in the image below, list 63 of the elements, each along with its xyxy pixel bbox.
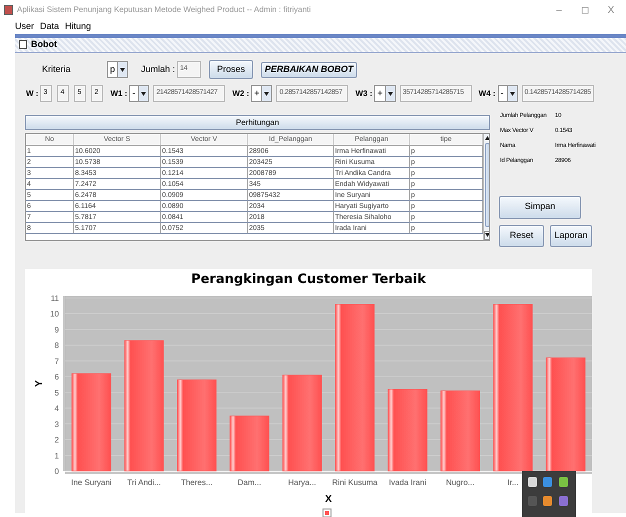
sign-dropdown[interactable]: + bbox=[251, 85, 272, 102]
y-tick-label: 8 bbox=[54, 340, 59, 350]
x-tick-label: Nugro... bbox=[446, 478, 474, 486]
fix-weights-button[interactable]: PERBAIKAN BOBOT bbox=[261, 62, 358, 78]
y-tick-label: 1 bbox=[54, 450, 59, 460]
reset-button[interactable]: Reset bbox=[499, 224, 544, 246]
menu-item[interactable]: Data bbox=[40, 20, 60, 34]
y-tick-label: 11 bbox=[50, 294, 59, 302]
x-tick-label: Harya... bbox=[288, 478, 316, 486]
y-tick-label: 2 bbox=[54, 435, 59, 444]
scrollbar[interactable] bbox=[483, 134, 489, 240]
x-tick-label: Ir... bbox=[507, 478, 519, 486]
weight-label: W3 : bbox=[355, 88, 372, 100]
minimize-button[interactable]: – bbox=[548, 2, 570, 18]
scroll-up-icon bbox=[485, 136, 489, 140]
y-tick-label: 0 bbox=[54, 466, 59, 476]
report-button[interactable]: Laporan bbox=[550, 224, 592, 246]
table-title-bar: Perhitungan bbox=[25, 114, 490, 130]
sign-dropdown[interactable]: - bbox=[498, 85, 518, 102]
y-axis-title: Y bbox=[34, 380, 45, 386]
x-tick-label: Dam... bbox=[238, 478, 262, 486]
scroll-down-icon bbox=[485, 233, 489, 237]
frame-title: Bobot bbox=[31, 38, 57, 51]
y-tick-label: 3 bbox=[54, 419, 59, 428]
y-tick-label: 10 bbox=[50, 309, 59, 318]
weight-label: W4 : bbox=[478, 88, 496, 100]
weight-label: W2 : bbox=[232, 88, 250, 100]
count-label: Jumlah : bbox=[141, 62, 176, 76]
restore-button[interactable]: ◻ bbox=[574, 2, 596, 18]
scroll-thumb[interactable] bbox=[485, 142, 489, 226]
criteria-dropdown[interactable]: p bbox=[107, 61, 128, 78]
y-tick-label: 6 bbox=[54, 372, 59, 382]
y-tick-label: 5 bbox=[54, 388, 59, 397]
x-tick-label: Ine Suryani bbox=[71, 478, 112, 486]
window-title: Aplikasi Sistem Penunjang Keputusan Metode Weighed Product -- Admin : fitriyanti bbox=[17, 4, 311, 16]
weight-label: W : bbox=[26, 88, 38, 100]
weight-label: W1 : bbox=[110, 88, 128, 100]
close-button[interactable]: X bbox=[600, 2, 622, 18]
process-button[interactable]: Proses bbox=[209, 60, 254, 79]
dropdown-arrow-icon bbox=[264, 92, 270, 96]
bar bbox=[230, 415, 270, 471]
sign-dropdown[interactable]: - bbox=[129, 85, 150, 102]
chart-title: Perangkingan Customer Terbaik bbox=[190, 270, 427, 288]
sign-dropdown[interactable]: + bbox=[374, 85, 396, 102]
x-axis-title: X bbox=[325, 494, 332, 504]
y-tick-label: 7 bbox=[54, 356, 59, 366]
scroll-down-button[interactable] bbox=[484, 230, 489, 240]
frame-icon bbox=[19, 40, 27, 50]
y-tick-label: 4 bbox=[54, 404, 59, 413]
dropdown-arrow-icon bbox=[120, 68, 126, 72]
x-tick-label: Rini Kusuma bbox=[332, 478, 378, 486]
x-tick-label: Tri Andi... bbox=[127, 478, 161, 486]
x-tick-label: Ivada Irani bbox=[388, 478, 426, 486]
dropdown-arrow-icon bbox=[141, 92, 146, 96]
menu-item[interactable]: Hitung bbox=[65, 20, 92, 34]
app-icon bbox=[4, 5, 13, 15]
x-tick-label: Theres... bbox=[180, 478, 213, 486]
save-button[interactable]: Simpan bbox=[499, 196, 581, 218]
criteria-label: Kriteria bbox=[42, 62, 72, 76]
menu-item[interactable]: User bbox=[15, 20, 34, 34]
dropdown-arrow-icon bbox=[388, 92, 393, 96]
y-tick-label: 9 bbox=[54, 324, 59, 334]
dropdown-arrow-icon bbox=[510, 92, 515, 96]
